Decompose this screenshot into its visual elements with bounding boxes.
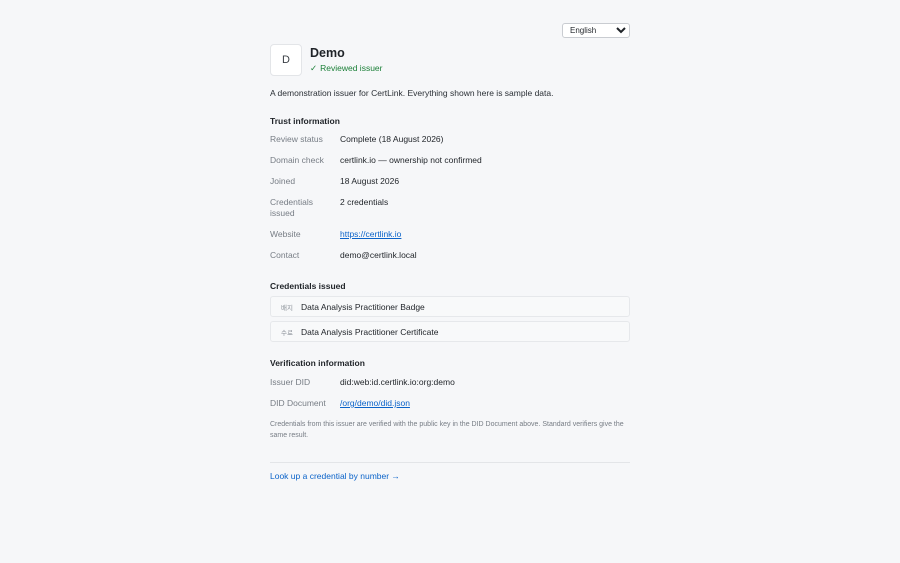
issuer-did-label: Issuer DID (270, 377, 311, 387)
trust-section-title: Trust information (270, 116, 340, 126)
credential-item-badge[interactable]: 배지 Data Analysis Practitioner Badge (270, 296, 630, 317)
verification-note: Credentials from this issuer are verifie… (270, 421, 624, 439)
website-label: Website (270, 229, 301, 239)
divider (270, 462, 630, 463)
reviewed-badge: ✓ Reviewed issuer (310, 63, 383, 74)
did-document-link[interactable]: /org/demo/did.json (340, 398, 410, 408)
page-title: Demo (310, 46, 345, 60)
credential-item-certificate[interactable]: 수료 Data Analysis Practitioner Certificat… (270, 321, 630, 342)
reviewed-label: Reviewed issuer (320, 63, 383, 73)
language-select[interactable]: English (562, 23, 630, 38)
issuer-did-value: did:web:id.certlink.io:org:demo (340, 377, 455, 387)
credential-name: Data Analysis Practitioner Badge (301, 302, 425, 312)
lookup-credential-link[interactable]: Look up a credential by number → (270, 471, 400, 481)
issuer-header: D Demo ✓ Reviewed issuer (270, 44, 630, 76)
credential-name: Data Analysis Practitioner Certificate (301, 327, 439, 337)
did-document-value: /org/demo/did.json (340, 398, 410, 409)
check-icon: ✓ (310, 63, 318, 73)
review-status-label: Review status (270, 134, 323, 144)
contact-value: demo@certlink.local (340, 250, 417, 260)
avatar: D (270, 44, 302, 76)
issuer-description: A demonstration issuer for CertLink. Eve… (270, 88, 554, 98)
did-document-label: DID Document (270, 398, 326, 408)
review-status-value: Complete (18 August 2026) (340, 134, 444, 144)
verification-section-title: Verification information (270, 358, 365, 368)
contact-label: Contact (270, 250, 300, 260)
credential-type-tag: 수료 (281, 329, 293, 337)
domain-check-label: Domain check (270, 155, 324, 165)
website-link[interactable]: https://certlink.io (340, 229, 401, 239)
credential-type-tag: 배지 (281, 304, 293, 312)
credentials-section-title: Credentials issued (270, 281, 346, 291)
website-value: https://certlink.io (340, 229, 401, 240)
joined-label: Joined (270, 176, 296, 186)
credentials-count-value: 2 credentials (340, 197, 389, 207)
domain-check-value: certlink.io — ownership not confirmed (340, 155, 482, 165)
credentials-count-label: Credentials issued (270, 197, 313, 218)
joined-value: 18 August 2026 (340, 176, 400, 186)
